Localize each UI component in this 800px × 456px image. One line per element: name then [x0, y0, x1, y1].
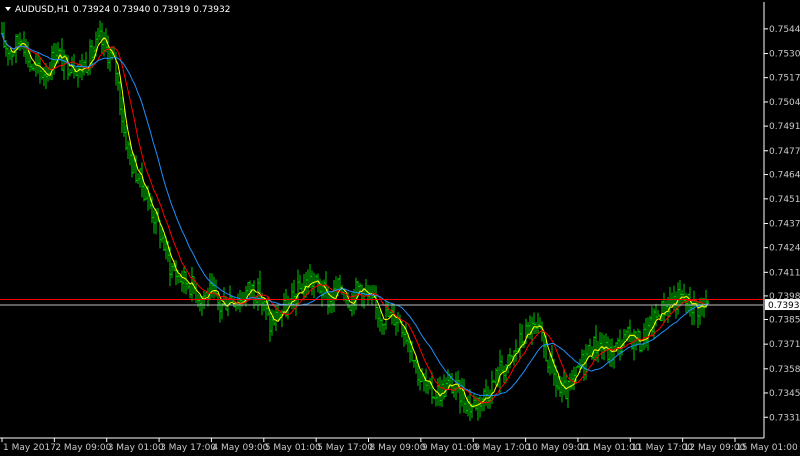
x-tick-label: 4 May 09:00	[212, 443, 268, 453]
chart-background	[0, 0, 800, 456]
y-tick-label: 0.73583	[769, 365, 800, 375]
y-tick-label: 0.74776	[769, 147, 800, 157]
x-tick-label: 9 May 01:00	[422, 443, 478, 453]
y-tick-label: 0.74246	[769, 244, 800, 254]
price-chart[interactable]: AUDUSD,H1 0.73924 0.73940 0.73919 0.7393…	[0, 0, 800, 456]
y-tick-label: 0.75176	[769, 74, 800, 84]
y-tick-label: 0.75443	[769, 25, 800, 35]
y-tick-label: 0.74513	[769, 195, 800, 205]
current-price-marker: 0.73932	[765, 299, 800, 311]
y-tick-label: 0.74911	[769, 122, 800, 132]
x-tick-label: 15 May 01:00	[736, 443, 798, 453]
y-tick-label: 0.73318	[769, 413, 800, 423]
y-tick-label: 0.73718	[769, 340, 800, 350]
x-tick-label: 2 May 09:00	[55, 443, 111, 453]
y-tick-label: 0.73853	[769, 315, 800, 325]
y-tick-label: 0.73451	[769, 389, 800, 399]
x-tick-label: 3 May 01:00	[108, 443, 164, 453]
x-tick-label: 5 May 01:00	[265, 443, 321, 453]
current-price-label: 0.73932	[768, 301, 800, 311]
x-tick-label: 1 May 2017	[3, 443, 56, 453]
x-tick-label: 5 May 17:00	[317, 443, 373, 453]
x-tick-label: 9 May 17:00	[474, 443, 530, 453]
ohlc-values: 0.73924 0.73940 0.73919 0.73932	[73, 5, 230, 15]
y-tick-label: 0.75308	[769, 50, 800, 60]
x-tick-label: 8 May 09:00	[370, 443, 426, 453]
y-tick-label: 0.74378	[769, 220, 800, 230]
y-tick-label: 0.74111	[769, 268, 800, 278]
y-tick-label: 0.74646	[769, 171, 800, 181]
symbol-label: AUDUSD,H1	[15, 5, 69, 15]
x-tick-label: 3 May 17:00	[160, 443, 216, 453]
y-tick-label: 0.75043	[769, 98, 800, 108]
